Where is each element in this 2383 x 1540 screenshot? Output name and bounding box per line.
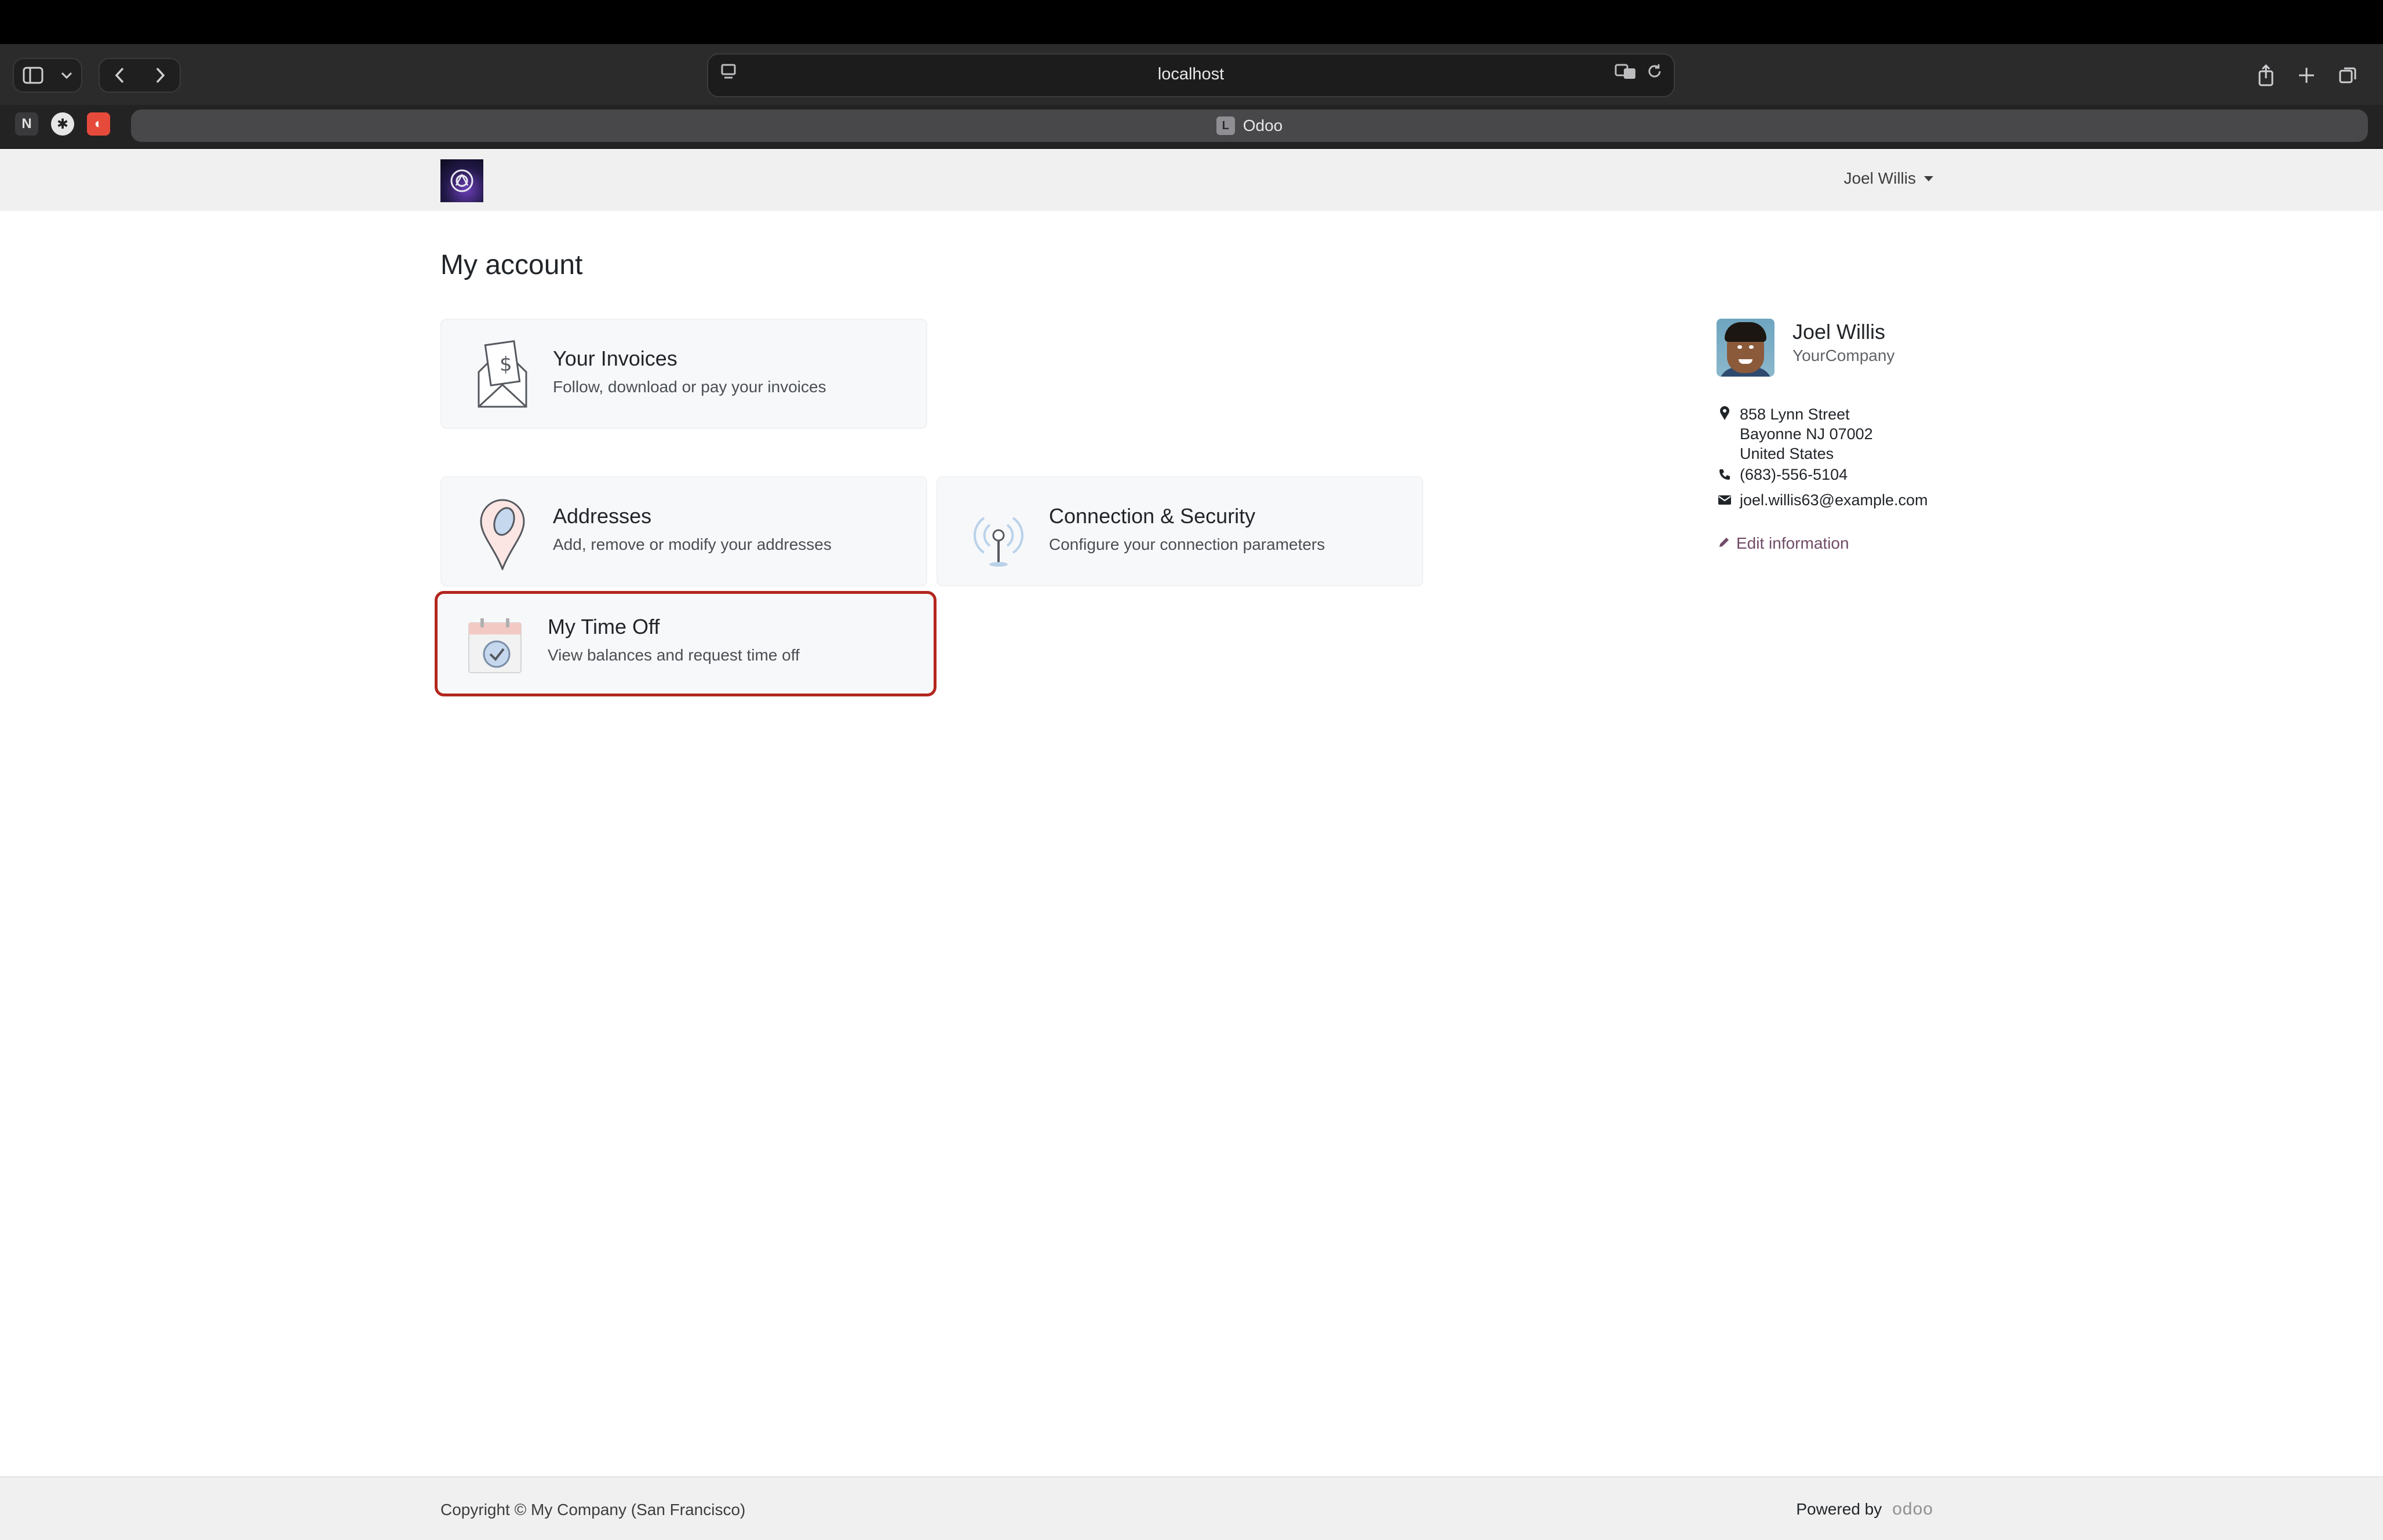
caret-down-icon: [1924, 176, 1933, 181]
share-icon[interactable]: [2249, 58, 2283, 93]
card-addresses[interactable]: Addresses Add, remove or modify your add…: [440, 476, 927, 586]
avatar: [1717, 319, 1775, 377]
page-title: My account: [440, 250, 583, 280]
tab-favicon: L: [1216, 116, 1235, 135]
card-description: Configure your connection parameters: [1049, 535, 1325, 553]
odoo-logo[interactable]: odoo: [1892, 1499, 1933, 1519]
url-text: localhost: [1157, 65, 1225, 83]
openai-icon[interactable]: ✱: [51, 112, 74, 136]
user-menu-toggle[interactable]: Joel Willis: [1844, 169, 1933, 188]
edit-information-label: Edit information: [1736, 534, 1849, 552]
reload-icon[interactable]: [1646, 63, 1663, 85]
map-pin-icon: [471, 495, 534, 572]
user-menu-name: Joel Willis: [1843, 169, 1916, 187]
profile-name: Joel Willis: [1792, 320, 1886, 344]
tab-title: Odoo: [1242, 116, 1283, 134]
profile-phone: (683)-556-5104: [1718, 466, 1848, 484]
tab-overview-icon[interactable]: [2331, 58, 2366, 93]
pencil-icon: [1718, 534, 1730, 553]
card-title: Your Invoices: [553, 346, 677, 370]
address-line: United States: [1740, 445, 1834, 462]
envelope-icon: [1718, 491, 1732, 509]
antenna-icon: [967, 495, 1030, 570]
phone-number: (683)-556-5104: [1740, 466, 1848, 483]
powered-by[interactable]: Powered by odoo: [1796, 1499, 1933, 1519]
phone-icon: [1718, 466, 1732, 483]
card-description: Follow, download or pay your invoices: [553, 378, 826, 396]
site-footer: [0, 1476, 2383, 1540]
email-address: joel.willis63@example.com: [1740, 491, 1928, 509]
card-title: Connection & Security: [1049, 504, 1256, 528]
profile-company: YourCompany: [1792, 346, 1895, 364]
site-header: [0, 149, 2383, 211]
edit-information-link[interactable]: Edit information: [1718, 534, 1849, 553]
copyright-text: Copyright © My Company (San Francisco): [440, 1501, 746, 1519]
powered-by-label: Powered by: [1796, 1500, 1882, 1518]
card-title: My Time Off: [548, 615, 660, 638]
svg-text:$: $: [500, 353, 512, 376]
card-description: Add, remove or modify your addresses: [553, 535, 832, 553]
card-description: View balances and request time off: [548, 646, 800, 664]
card-connection-security[interactable]: Connection & Security Configure your con…: [937, 476, 1423, 586]
sidebar-toggle-group[interactable]: [13, 58, 82, 93]
card-time-off[interactable]: My Time Off View balances and request ti…: [435, 591, 937, 696]
profile-address: 858 Lynn Street Bayonne NJ 07002 United …: [1718, 404, 1873, 464]
os-top-bar: [0, 0, 2383, 44]
address-line: 858 Lynn Street: [1740, 406, 1850, 423]
forward-icon[interactable]: [155, 67, 165, 84]
new-tab-icon[interactable]: [2289, 58, 2324, 93]
bookmark-app-icon[interactable]: ◐: [87, 112, 110, 136]
chevron-down-icon[interactable]: [60, 71, 73, 79]
invoice-envelope-icon: $: [471, 337, 534, 413]
notion-icon[interactable]: N: [15, 112, 38, 136]
card-invoices[interactable]: $ Your Invoices Follow, download or pay …: [440, 319, 927, 429]
calendar-check-icon: [467, 617, 524, 675]
address-line: Bayonne NJ 07002: [1740, 425, 1873, 443]
sidebar-icon[interactable]: [23, 67, 43, 84]
history-nav-group: [99, 58, 181, 93]
translate-icon[interactable]: [1615, 63, 1637, 85]
back-icon[interactable]: [115, 67, 125, 84]
company-logo[interactable]: [440, 159, 483, 202]
card-title: Addresses: [553, 504, 652, 528]
map-marker-icon: [1718, 404, 1732, 422]
tab-odoo[interactable]: L Odoo: [131, 110, 2368, 142]
profile-email: joel.willis63@example.com: [1718, 491, 1928, 509]
address-bar[interactable]: localhost: [707, 53, 1675, 97]
